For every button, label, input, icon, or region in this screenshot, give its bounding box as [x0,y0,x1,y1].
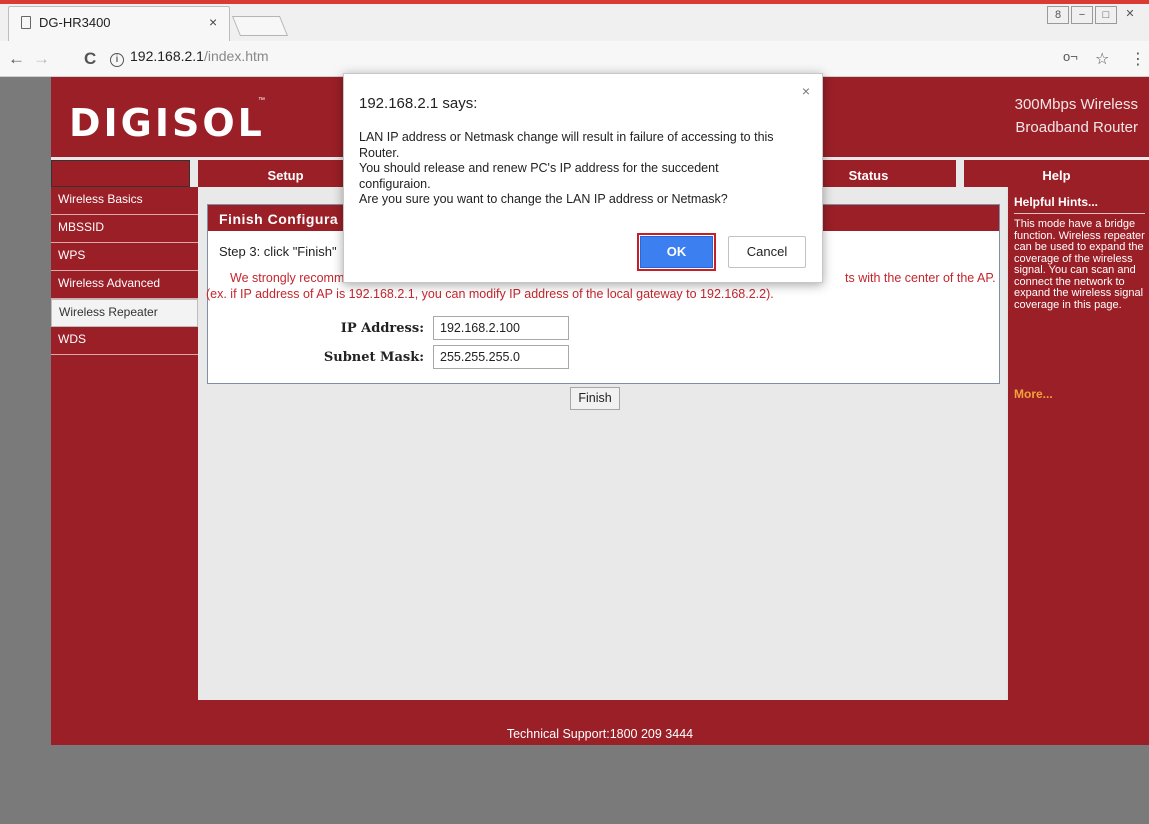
browser-tab[interactable]: DG-HR3400 × [8,6,230,41]
browser-toolbar: ← → C i 192.168.2.1/index.htm o¬ ☆ ⋮ [0,41,1149,77]
subnet-mask-label: Subnet Mask: [323,350,424,365]
warning-text-end: ts with the center of the AP. [845,271,996,285]
dialog-close-icon[interactable]: × [802,83,810,99]
sidebar: Wireless Basics MBSSID WPS Wireless Adva… [51,187,198,700]
dialog-message-line: Router. [359,145,400,160]
helpful-hints: Helpful Hints... This mode have a bridge… [1006,187,1149,700]
ok-button[interactable]: OK [640,236,713,268]
sidebar-item-wps[interactable]: WPS [51,243,198,271]
router-footer: Technical Support:1800 209 3444 [51,700,1149,745]
sidebar-item-mbssid[interactable]: MBSSID [51,215,198,243]
dialog-message: LAN IP address or Netmask change will re… [359,130,814,208]
sidebar-item-wds[interactable]: WDS [51,327,198,355]
subnet-mask-input[interactable]: 255.255.255.0 [433,345,569,369]
hints-divider [1014,213,1145,214]
dialog-message-line: configuraion. [359,176,431,191]
close-window-icon[interactable]: ✕ [1119,6,1141,24]
hints-more-link[interactable]: More... [1014,387,1053,401]
forward-icon[interactable]: → [33,49,50,69]
minimize-icon[interactable]: − [1071,6,1093,24]
ok-button-highlight: OK [637,233,716,271]
star-icon[interactable]: ☆ [1095,49,1109,69]
key-icon[interactable]: o¬ [1063,49,1078,64]
sidebar-item-wireless-advanced[interactable]: Wireless Advanced [51,271,198,299]
hints-text: This mode have a bridge function. Wirele… [1014,218,1145,311]
ip-address-label: IP Address: [340,321,424,336]
cancel-button[interactable]: Cancel [728,236,806,268]
dialog-message-line: You should release and renew PC's IP add… [359,161,719,175]
dialog-title: 192.168.2.1 says: [359,95,478,112]
maximize-icon[interactable]: □ [1095,6,1117,24]
tab-strip: DG-HR3400 × 8 − □ ✕ [0,4,1149,41]
window-controls: 8 − □ ✕ [1045,6,1141,24]
ip-address-input[interactable]: 192.168.2.100 [433,316,569,340]
step-instruction: Step 3: click "Finish" [219,244,337,259]
product-line-1: 300Mbps Wireless [1014,96,1138,113]
menu-help[interactable]: Help [964,160,1149,187]
product-name: 300Mbps Wireless Broadband Router [1015,93,1138,139]
page-icon [21,16,31,29]
sidebar-item-wireless-basics[interactable]: Wireless Basics [51,187,198,215]
dialog-message-line: LAN IP address or Netmask change will re… [359,130,774,144]
user-icon[interactable]: 8 [1047,6,1069,24]
confirm-dialog: × 192.168.2.1 says: LAN IP address or Ne… [343,73,823,283]
menu-icon[interactable]: ⋮ [1130,49,1146,69]
address-bar[interactable]: i 192.168.2.1/index.htm [110,48,269,67]
hints-title: Helpful Hints... [1014,195,1098,209]
back-icon[interactable]: ← [8,49,25,69]
finish-button[interactable]: Finish [570,387,620,410]
info-icon[interactable]: i [110,53,124,67]
technical-support: Technical Support:1800 209 3444 [506,727,694,741]
trademark-mark: ™ [258,97,265,104]
reload-icon[interactable]: C [84,49,96,69]
warning-text-start: We strongly recomm [230,271,345,285]
product-line-2: Broadband Router [1015,119,1138,136]
url-path: /index.htm [203,48,269,64]
digisol-logo: DIGISOL [69,101,265,145]
url-host: 192.168.2.1 [130,48,204,64]
dialog-message-line: Are you sure you want to change the LAN … [359,192,728,206]
new-tab-button[interactable] [231,16,289,36]
tab-close-icon[interactable]: × [209,14,217,30]
tab-title: DG-HR3400 [39,15,111,30]
sidebar-item-wireless-repeater[interactable]: Wireless Repeater [51,299,198,327]
warning-example: (ex. if IP address of AP is 192.168.2.1,… [206,287,774,301]
menu-blank [51,160,190,187]
